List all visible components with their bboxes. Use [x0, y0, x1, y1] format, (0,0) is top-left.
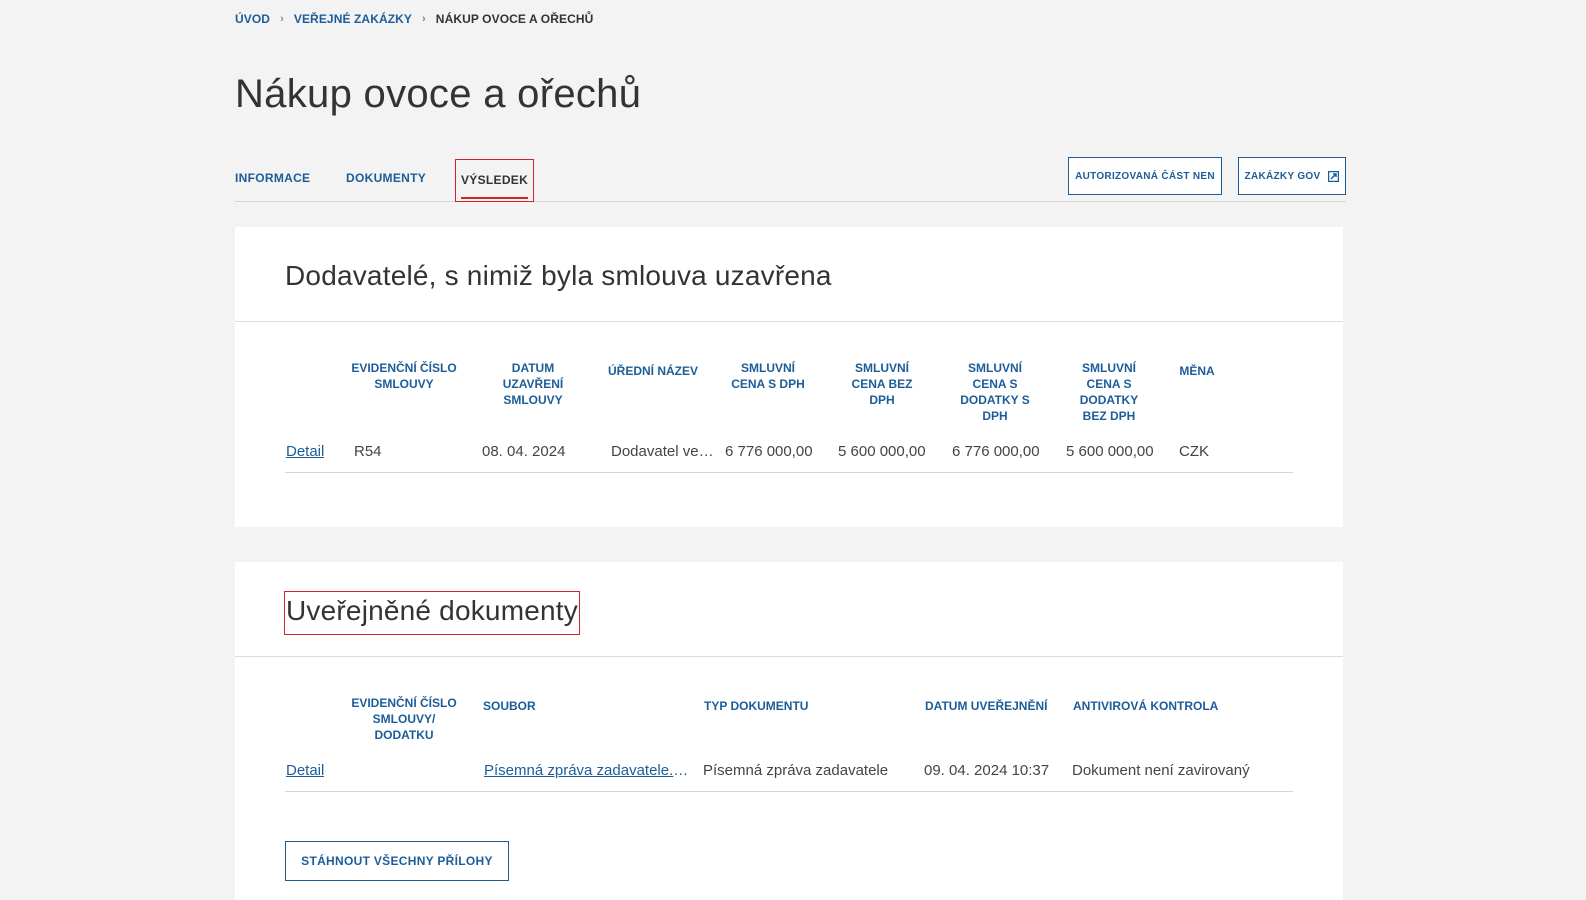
authorized-part-button[interactable]: AUTORIZOVANÁ ČÁST NEN [1068, 157, 1222, 195]
cell-antivirus: Dokument není zavirovaný [1072, 762, 1250, 779]
row-divider [285, 472, 1293, 473]
col-price-novat: SMLUVNÍ CENA BEZ DPH [851, 361, 913, 407]
cell-contract-date: 08. 04. 2024 [482, 443, 566, 460]
download-all-attachments-button[interactable]: STÁHNOUT VŠECHNY PŘÍLOHY [285, 841, 509, 881]
breadcrumb-home[interactable]: ÚVOD [235, 12, 270, 26]
col-contract-addendum-number: EVIDENČNÍ ČÍSLO SMLOUVY/ DODATKU [351, 696, 457, 742]
col-document-type: TYP DOKUMENTU [704, 699, 809, 713]
document-detail-link[interactable]: Detail [286, 762, 324, 779]
col-contract-date: DATUM UZAVŘENÍ SMLOUVY [502, 361, 564, 407]
suppliers-card: Dodavatelé, s nimiž byla smlouva uzavřen… [235, 227, 1343, 527]
authorized-part-label: AUTORIZOVANÁ ČÁST NEN [1075, 170, 1215, 182]
cell-official-name: Dodavatel veřejné zakázky [611, 443, 715, 460]
download-all-label: STÁHNOUT VŠECHNY PŘÍLOHY [301, 854, 493, 868]
col-price-addendum-vat: SMLUVNÍ CENA S DODATKY S DPH [960, 361, 1030, 423]
supplier-detail-link[interactable]: Detail [286, 443, 324, 460]
cell-publication-date: 09. 04. 2024 10:37 [924, 762, 1050, 779]
col-price-addendum-novat: SMLUVNÍ CENA S DODATKY BEZ DPH [1079, 361, 1139, 423]
cell-price-vat: 6 776 000,00 [725, 443, 813, 460]
page-title: Nákup ovoce a ořechů [235, 72, 642, 116]
chevron-right-icon: › [422, 13, 426, 25]
divider [235, 321, 1343, 322]
cell-currency: CZK [1179, 443, 1209, 460]
col-official-name: ÚŘEDNÍ NÁZEV [607, 364, 698, 378]
col-price-vat: SMLUVNÍ CENA S DPH [731, 361, 805, 391]
tab-vysledek[interactable]: VÝSLEDEK [455, 159, 535, 202]
col-currency: MĚNA [1179, 364, 1215, 378]
cell-price-novat: 5 600 000,00 [838, 443, 926, 460]
suppliers-title: Dodavatelé, s nimiž byla smlouva uzavřen… [285, 260, 832, 291]
cell-price-addendum-novat: 5 600 000,00 [1066, 443, 1154, 460]
divider [235, 656, 1343, 657]
breadcrumb: ÚVOD › VEŘEJNÉ ZAKÁZKY › NÁKUP OVOCE A O… [235, 12, 593, 26]
documents-title: Uveřejněné dokumenty [284, 591, 580, 635]
external-link-icon [1328, 170, 1340, 182]
chevron-right-icon: › [280, 13, 284, 25]
cell-document-type: Písemná zpráva zadavatele [703, 762, 889, 779]
col-publication-date: DATUM UVEŘEJNĚNÍ [925, 699, 1048, 713]
cell-contract-number: R54 [354, 443, 382, 460]
tab-informace[interactable]: INFORMACE [235, 158, 310, 202]
documents-card: Uveřejněné dokumenty EVIDENČNÍ ČÍSLO SML… [235, 562, 1343, 900]
zakazky-gov-label: ZAKÁZKY GOV [1244, 170, 1321, 182]
col-antivirus: ANTIVIROVÁ KONTROLA [1073, 699, 1219, 713]
col-file: SOUBOR [483, 699, 536, 713]
zakazky-gov-button[interactable]: ZAKÁZKY GOV [1238, 157, 1346, 195]
document-file-link[interactable]: Písemná zpráva zadavatele.pdf [484, 762, 694, 779]
tab-dokumenty[interactable]: DOKUMENTY [346, 158, 426, 202]
col-contract-number: EVIDENČNÍ ČÍSLO SMLOUVY [351, 361, 457, 391]
breadcrumb-public-contracts[interactable]: VEŘEJNÉ ZAKÁZKY [294, 12, 412, 26]
tab-bar: INFORMACE DOKUMENTY VÝSLEDEK AUTORIZOVAN… [235, 157, 1346, 202]
breadcrumb-current: NÁKUP OVOCE A OŘECHŮ [435, 12, 594, 26]
row-divider [285, 791, 1293, 792]
cell-price-addendum-vat: 6 776 000,00 [952, 443, 1040, 460]
